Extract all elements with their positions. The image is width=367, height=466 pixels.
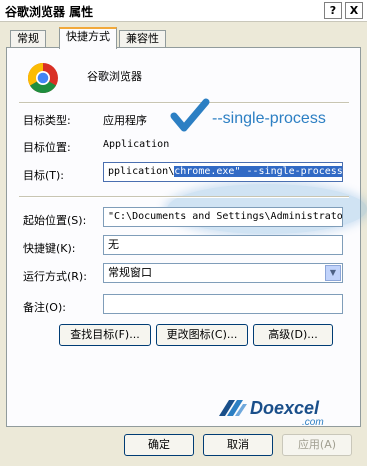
separator	[19, 196, 349, 198]
comment-label: 备注(O):	[23, 301, 66, 314]
target-text-selected: chrome.exe" --single-process	[174, 166, 343, 177]
change-icon-button[interactable]: 更改图标(C)...	[156, 324, 248, 346]
title-bar: 谷歌浏览器 属性 ? X	[0, 0, 367, 22]
cancel-button[interactable]: 取消	[203, 434, 273, 456]
chevron-down-icon[interactable]: ▼	[325, 265, 341, 281]
start-in-input[interactable]: "C:\Documents and Settings\Administrato	[103, 207, 343, 227]
annotation-text: --single-process	[212, 110, 326, 127]
app-name: 谷歌浏览器	[87, 70, 142, 83]
find-target-button[interactable]: 查找目标(F)...	[59, 324, 151, 346]
run-label: 运行方式(R):	[23, 270, 87, 283]
ok-button[interactable]: 确定	[124, 434, 194, 456]
apply-button[interactable]: 应用(A)	[282, 434, 352, 456]
target-label: 目标(T):	[23, 169, 65, 182]
doexcel-logo-icon	[219, 400, 247, 416]
tab-compatibility[interactable]: 兼容性	[119, 30, 166, 48]
check-mark-icon	[170, 98, 210, 132]
tab-general[interactable]: 常规	[10, 30, 46, 48]
help-button[interactable]: ?	[324, 2, 342, 19]
hotkey-label: 快捷键(K):	[23, 242, 76, 255]
tab-strip: 常规 快捷方式 兼容性	[0, 26, 367, 49]
close-button[interactable]: X	[345, 2, 363, 19]
logo-subtext: .com	[302, 417, 324, 428]
chrome-icon	[27, 62, 58, 94]
target-type-value: 应用程序	[103, 114, 147, 127]
target-text-unselected: pplication\	[108, 166, 175, 177]
hotkey-input[interactable]: 无	[103, 235, 343, 255]
advanced-button[interactable]: 高级(D)...	[253, 324, 333, 346]
target-location-value: Application	[103, 139, 170, 150]
run-select-value: 常规窗口	[108, 266, 152, 279]
comment-input[interactable]	[103, 294, 343, 314]
run-select[interactable]: 常规窗口 ▼	[103, 263, 343, 283]
logo-text: Doexcel	[250, 398, 320, 418]
window-title: 谷歌浏览器 属性	[5, 5, 94, 19]
target-input[interactable]: pplication\chrome.exe" --single-process	[103, 162, 343, 182]
tab-shortcut[interactable]: 快捷方式	[59, 27, 117, 49]
start-in-label: 起始位置(S):	[23, 214, 87, 227]
target-location-label: 目标位置:	[23, 141, 71, 154]
target-type-label: 目标类型:	[23, 114, 71, 127]
